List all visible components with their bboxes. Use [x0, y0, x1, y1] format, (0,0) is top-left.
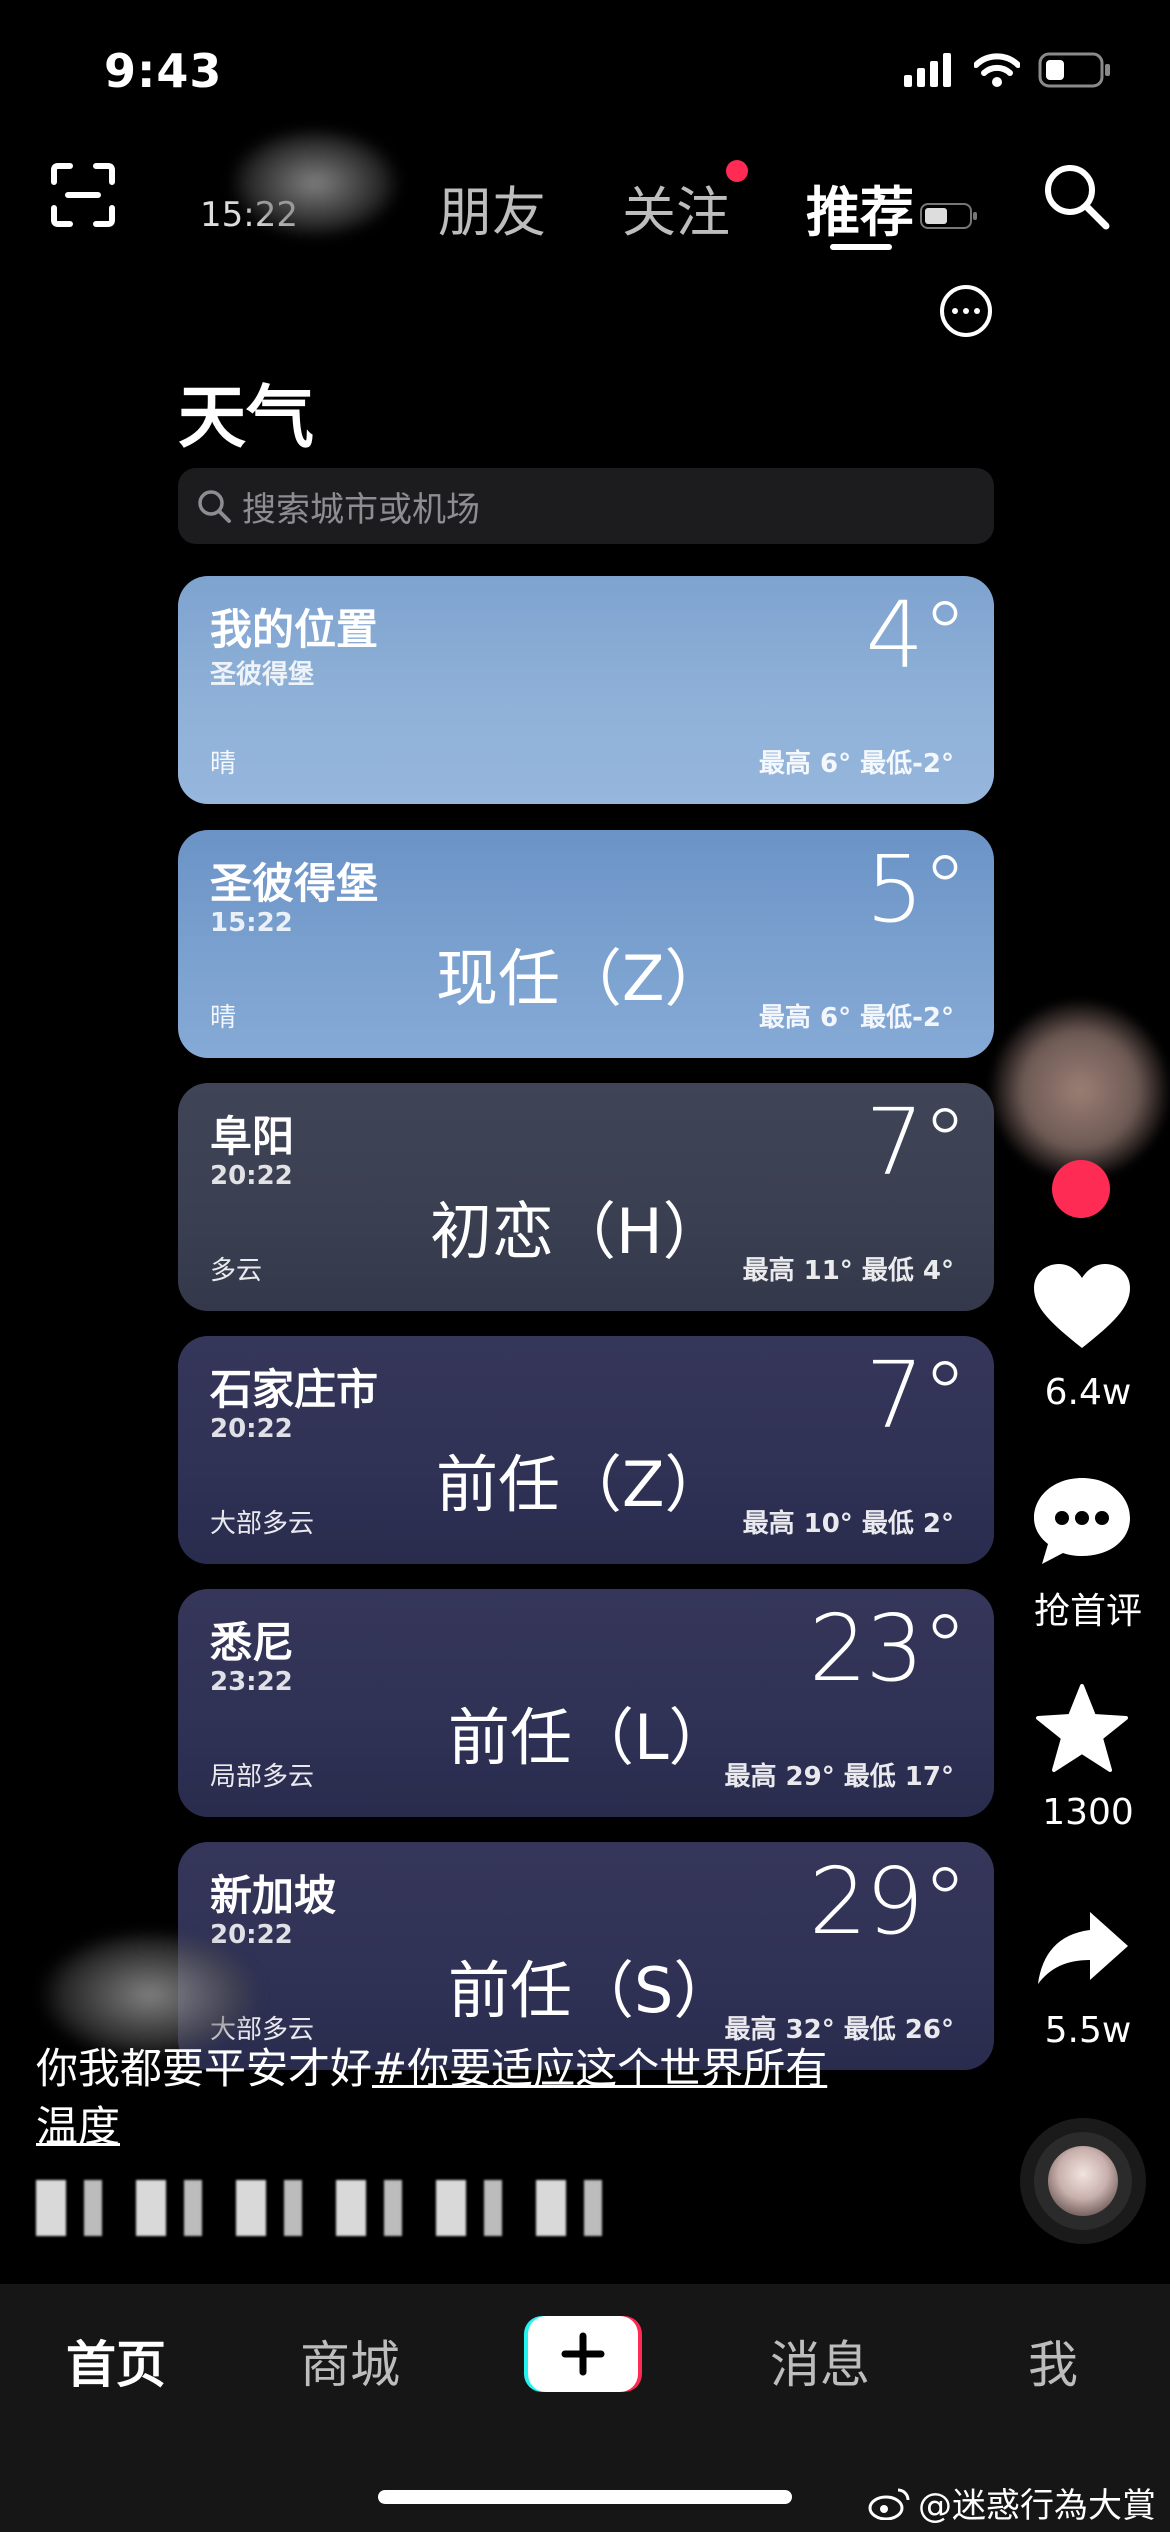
weather-card[interactable]: 我的位置 圣彼得堡 4° 晴 最高 6° 最低-2° [178, 576, 994, 804]
city-sub: 20:22 [210, 1414, 293, 1444]
magnifier-icon [198, 490, 231, 523]
follow-button[interactable] [1052, 1160, 1110, 1218]
favorite-count: 1300 [1042, 1792, 1134, 1833]
weather-card[interactable]: 悉尼 23:22 23° 前任（L） 局部多云 最高 29° 最低 17° [178, 1589, 994, 1817]
signal-icon [904, 53, 951, 87]
city-sub: 20:22 [210, 1161, 293, 1191]
city-name: 石家庄市 [210, 1365, 379, 1414]
condition: 大部多云 [210, 1509, 315, 1539]
search-placeholder: 搜索城市或机场 [242, 489, 480, 530]
watermark: @迷惑行為大賞 [868, 2478, 1156, 2527]
high-low: 最高 11° 最低 4° [742, 1256, 954, 1286]
overlay-label: 现任（Z） [436, 942, 727, 1015]
comment-icon[interactable] [1030, 1474, 1134, 1566]
caption-text: 你我都要平安才好 [36, 2044, 373, 2093]
wifi-icon [974, 53, 1020, 87]
city-name: 我的位置 [210, 605, 379, 654]
weather-card[interactable]: 阜阳 20:22 7° 初恋（H） 多云 最高 11° 最低 4° [178, 1083, 994, 1311]
tab-following[interactable]: 关注 [622, 168, 730, 247]
notification-dot [726, 160, 748, 182]
scan-icon[interactable] [50, 162, 116, 228]
watermark-text: @迷惑行為大賞 [918, 2486, 1156, 2526]
status-time: 9:43 [104, 44, 223, 98]
tab-recommend[interactable]: 推荐 [806, 168, 914, 247]
more-options-icon[interactable] [940, 285, 992, 337]
status-icons [904, 52, 1112, 88]
tab-friends[interactable]: 朋友 [438, 168, 546, 247]
high-low: 最高 6° 最低-2° [758, 749, 954, 779]
condition: 局部多云 [210, 1762, 315, 1792]
weather-card[interactable]: 新加坡 20:22 29° 前任（S） 大部多云 最高 32° 最低 26° [178, 1842, 994, 2070]
city-sub: 15:22 [210, 908, 293, 938]
overlay-label: 前任（L） [448, 1701, 731, 1774]
scribble-blur [230, 128, 400, 238]
create-plus-button[interactable] [522, 2312, 644, 2396]
battery-icon [1038, 52, 1110, 88]
high-low: 最高 10° 最低 2° [742, 1509, 954, 1539]
weather-title: 天气 [178, 379, 315, 458]
temperature: 7° [865, 1342, 968, 1449]
share-count: 5.5w [1044, 2010, 1132, 2051]
music-disc[interactable] [1020, 2118, 1146, 2244]
temperature: 5° [865, 836, 968, 943]
city-search-bar[interactable]: 搜索城市或机场 [178, 468, 994, 544]
comment-label: 抢首评 [1033, 1591, 1142, 1632]
nav-home[interactable]: 首页 [66, 2325, 166, 2397]
city-name: 圣彼得堡 [210, 859, 379, 908]
temperature: 23° [808, 1595, 968, 1702]
condition: 晴 [210, 1003, 237, 1033]
city-sub: 23:22 [210, 1667, 293, 1697]
share-icon[interactable] [1034, 1908, 1130, 1988]
city-name: 悉尼 [210, 1618, 295, 1667]
overlay-label: 初恋（H） [430, 1195, 725, 1268]
condition: 晴 [210, 749, 237, 779]
weather-card[interactable]: 圣彼得堡 15:22 5° 现任（Z） 晴 最高 6° 最低-2° [178, 830, 994, 1058]
city-name: 新加坡 [210, 1871, 337, 1920]
star-icon[interactable] [1034, 1682, 1130, 1774]
active-tab-underline [830, 244, 892, 250]
temperature: 4° [865, 582, 968, 689]
home-indicator [378, 2490, 792, 2504]
video-caption[interactable]: 你我都要平安才好#你要适应这个世界所有温度 [36, 2040, 856, 2156]
like-count: 6.4w [1044, 1372, 1132, 1413]
creator-avatar[interactable] [990, 1000, 1170, 1180]
temperature: 7° [865, 1089, 968, 1196]
city-sub: 圣彼得堡 [210, 660, 315, 690]
nav-messages[interactable]: 消息 [770, 2325, 870, 2397]
weibo-logo-icon [868, 2488, 910, 2520]
temperature: 29° [808, 1848, 968, 1955]
nav-me[interactable]: 我 [1028, 2325, 1078, 2397]
weather-card[interactable]: 石家庄市 20:22 7° 前任（Z） 大部多云 最高 10° 最低 2° [178, 1336, 994, 1564]
mini-battery-icon [920, 203, 977, 229]
condition: 多云 [210, 1256, 263, 1286]
high-low: 最高 6° 最低-2° [758, 1003, 954, 1033]
author-pixelated [36, 2180, 636, 2236]
overlay-label: 前任（Z） [436, 1448, 727, 1521]
heart-icon[interactable] [1032, 1262, 1132, 1352]
high-low: 最高 29° 最低 17° [724, 1762, 954, 1792]
city-name: 阜阳 [210, 1112, 295, 1161]
nav-mall[interactable]: 商城 [300, 2325, 400, 2397]
search-icon[interactable] [1040, 160, 1112, 232]
overlay-label: 前任（S） [448, 1954, 736, 2027]
